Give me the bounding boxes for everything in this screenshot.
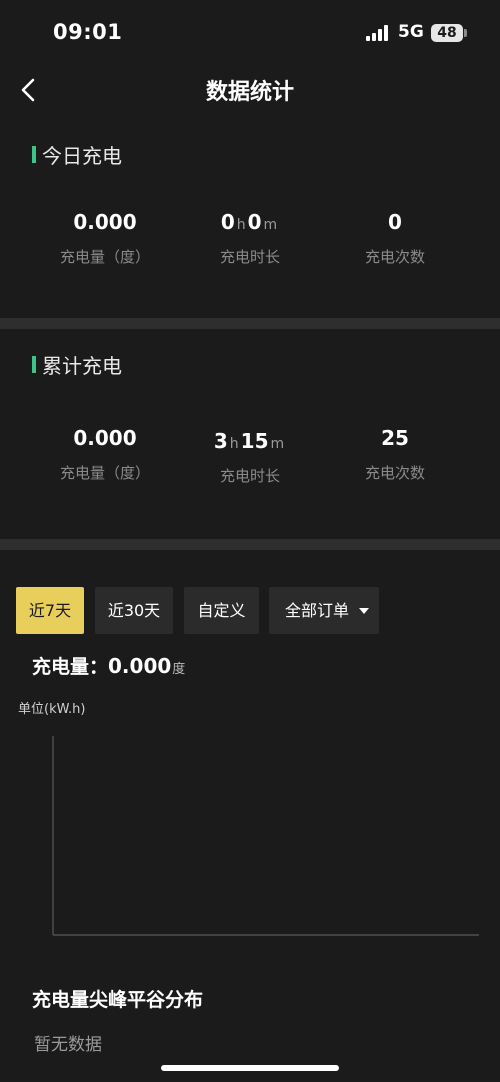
energy-total-label: 充电量： — [32, 656, 109, 678]
minute-unit: m — [263, 217, 278, 233]
chart-y-axis-label: 单位(kW.h) — [18, 702, 86, 717]
order-type-dropdown[interactable]: 全部订单 — [269, 587, 379, 634]
cumulative-energy-label: 充电量（度） — [59, 464, 150, 482]
energy-line-chart — [52, 736, 479, 936]
hour-unit: h — [236, 217, 246, 233]
status-time: 09:01 — [53, 20, 123, 44]
filter-last-7-days-button[interactable]: 近7天 — [16, 587, 84, 634]
today-count-value: 0 — [388, 210, 402, 234]
today-energy-label: 充电量（度） — [59, 248, 150, 266]
network-type: 5G — [398, 22, 424, 42]
home-indicator[interactable] — [161, 1065, 339, 1071]
energy-total: 充电量： 0.000 度 — [32, 652, 185, 680]
signal-icon — [366, 25, 390, 41]
cumulative-count-label: 充电次数 — [364, 464, 425, 482]
cumulative-duration-value: 3 h 15 m — [175, 427, 325, 455]
battery-icon: 48 — [431, 24, 463, 42]
minute-unit: m — [270, 436, 285, 452]
today-energy-value: 0.000 — [73, 210, 137, 234]
today-duration-value: 0h0m — [175, 208, 325, 236]
page-title: 数据统计 — [205, 80, 294, 105]
screen: 09:01 5G 48 数据统计 今日充电 0.000 充电量（度） 0h0m … — [0, 0, 500, 1082]
order-type-label: 全部订单 — [285, 601, 350, 620]
section-divider — [0, 539, 500, 550]
today-duration-label: 充电时长 — [219, 248, 280, 266]
cumulative-section-title: 累计充电 — [32, 352, 122, 378]
today-count-stat: 0 充电次数 — [320, 208, 470, 267]
cumulative-title: 累计充电 — [42, 353, 122, 378]
battery-tip — [464, 29, 467, 37]
section-divider — [0, 318, 500, 329]
today-duration-minutes: 0 — [247, 210, 262, 234]
cumulative-count-stat: 25 充电次数 — [320, 424, 470, 483]
distribution-title: 充电量尖峰平谷分布 — [32, 989, 204, 1011]
filter-last-30-days-button[interactable]: 近30天 — [95, 587, 173, 634]
cumulative-duration-stat: 3 h 15 m 充电时长 — [175, 427, 325, 486]
today-title: 今日充电 — [42, 143, 122, 168]
hour-unit: h — [229, 436, 239, 452]
today-energy-stat: 0.000 充电量（度） — [30, 208, 180, 267]
caret-down-icon — [359, 608, 369, 614]
energy-total-unit: 度 — [172, 662, 186, 677]
section-marker — [32, 145, 36, 163]
distribution-empty-text: 暂无数据 — [34, 1035, 102, 1055]
section-marker — [32, 355, 36, 373]
today-duration-stat: 0h0m 充电时长 — [175, 208, 325, 267]
energy-total-value: 0.000 — [108, 654, 172, 678]
cumulative-duration-hours: 3 — [213, 429, 228, 453]
today-section-title: 今日充电 — [32, 142, 122, 168]
filter-custom-button[interactable]: 自定义 — [184, 587, 259, 634]
header: 数据统计 — [0, 66, 500, 112]
cumulative-energy-stat: 0.000 充电量（度） — [30, 424, 180, 483]
today-duration-hours: 0 — [220, 210, 235, 234]
cumulative-duration-minutes: 15 — [240, 429, 269, 453]
status-bar: 09:01 5G 48 — [0, 0, 500, 66]
cumulative-duration-label: 充电时长 — [219, 467, 280, 485]
cumulative-count-value: 25 — [381, 426, 409, 450]
today-count-label: 充电次数 — [364, 248, 425, 266]
cumulative-energy-value: 0.000 — [73, 426, 137, 450]
